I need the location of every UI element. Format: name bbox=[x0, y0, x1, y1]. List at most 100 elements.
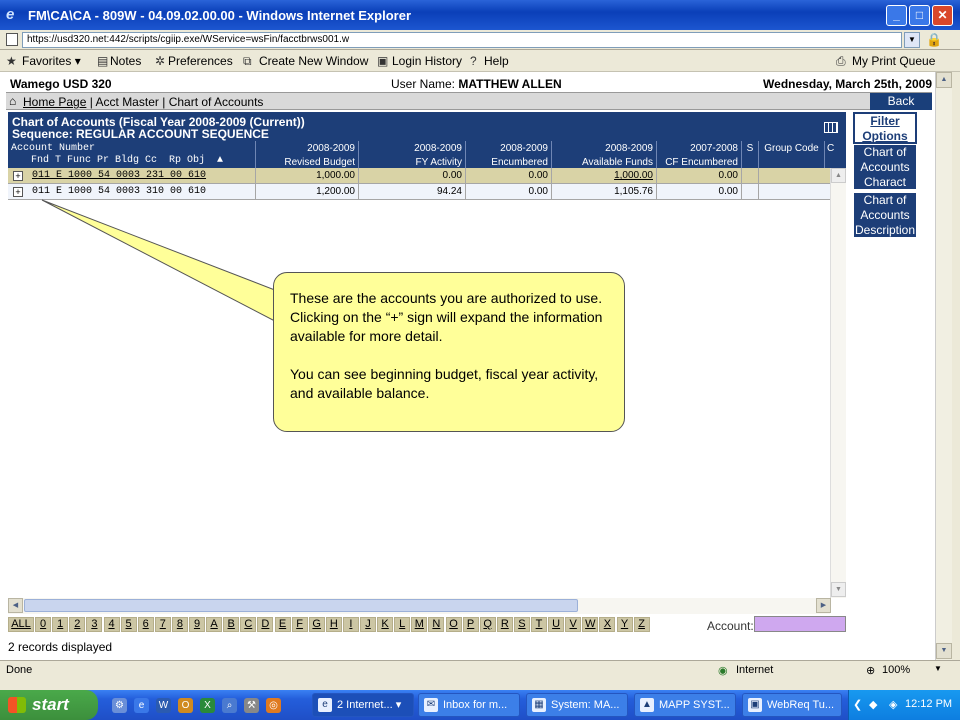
task-mapp[interactable]: ▲ MAPP SYST... bbox=[634, 693, 736, 717]
word-icon[interactable]: W bbox=[156, 698, 171, 713]
alpha-filter-r[interactable]: R bbox=[496, 617, 513, 632]
print-queue-link[interactable]: My Print Queue bbox=[852, 54, 935, 68]
scroll-down-icon[interactable]: ▼ bbox=[936, 643, 952, 659]
alpha-filter-6[interactable]: 6 bbox=[137, 617, 154, 632]
zoom-dropdown-icon[interactable]: ▼ bbox=[934, 664, 942, 673]
scroll-up-icon[interactable]: ▲ bbox=[831, 168, 846, 183]
alpha-filter-c[interactable]: C bbox=[240, 617, 257, 632]
tool-icon[interactable]: ⚒ bbox=[244, 698, 259, 713]
outlook-icon[interactable]: O bbox=[178, 698, 193, 713]
alpha-filter-j[interactable]: J bbox=[360, 617, 376, 632]
alpha-filter-p[interactable]: P bbox=[462, 617, 479, 632]
ie-quicklaunch-icon[interactable]: e bbox=[134, 698, 149, 713]
alpha-filter-k[interactable]: K bbox=[377, 617, 394, 632]
clock[interactable]: 12:12 PM bbox=[905, 698, 952, 710]
alpha-filter-s[interactable]: S bbox=[513, 617, 530, 632]
alpha-filter-b[interactable]: B bbox=[223, 617, 240, 632]
alpha-filter-3[interactable]: 3 bbox=[86, 617, 103, 632]
scroll-up-icon[interactable]: ▲ bbox=[936, 72, 952, 88]
alpha-filter-9[interactable]: 9 bbox=[189, 617, 205, 632]
task-system[interactable]: ▦ System: MA... bbox=[526, 693, 628, 717]
tray-expand-icon[interactable]: ❮ bbox=[853, 698, 862, 711]
tray-volume-icon[interactable]: ◈ bbox=[889, 698, 897, 711]
breadcrumb-acct-master[interactable]: Acct Master bbox=[96, 95, 159, 109]
col-group-code[interactable]: Group Code bbox=[758, 141, 824, 168]
alpha-filter-x[interactable]: X bbox=[599, 617, 616, 632]
preferences-link[interactable]: Preferences bbox=[168, 54, 233, 68]
alpha-filter-v[interactable]: V bbox=[565, 617, 582, 632]
lock-icon[interactable]: 🔒 bbox=[926, 32, 942, 48]
col-revised-budget[interactable]: 2008-2009 Revised Budget bbox=[255, 141, 358, 168]
back-button[interactable]: Back bbox=[870, 93, 932, 110]
alpha-filter-a[interactable]: A bbox=[206, 617, 223, 632]
alpha-filter-i[interactable]: I bbox=[342, 617, 359, 632]
alpha-filter-1[interactable]: 1 bbox=[52, 617, 69, 632]
expand-plus-icon[interactable]: + bbox=[13, 171, 23, 181]
maximize-button[interactable]: □ bbox=[909, 5, 930, 26]
zoom-level[interactable]: 100% bbox=[882, 664, 910, 676]
alpha-filter-m[interactable]: M bbox=[411, 617, 428, 632]
tray-app-icon[interactable]: ◆ bbox=[869, 698, 877, 711]
col-cf-encumbered[interactable]: 2007-2008 CF Encumbered bbox=[656, 141, 741, 168]
grid-horizontal-scrollbar[interactable]: ◀ ▶ bbox=[8, 598, 831, 614]
url-field[interactable]: https://usd320.net:442/scripts/cgiip.exe… bbox=[22, 32, 902, 48]
breadcrumb-home[interactable]: Home Page bbox=[23, 95, 86, 109]
table-row[interactable]: + 011 E 1000 54 0003 310 00 610 1,200.00… bbox=[8, 184, 846, 200]
excel-icon[interactable]: X bbox=[200, 698, 215, 713]
task-internet[interactable]: e2 Internet... ▾ bbox=[312, 693, 414, 717]
alpha-filter-q[interactable]: Q bbox=[479, 617, 496, 632]
alpha-filter-5[interactable]: 5 bbox=[120, 617, 137, 632]
task-inbox[interactable]: ✉ Inbox for m... bbox=[418, 693, 520, 717]
alpha-filter-0[interactable]: 0 bbox=[35, 617, 52, 632]
col-fy-activity[interactable]: 2008-2009 FY Activity bbox=[358, 141, 465, 168]
login-history-link[interactable]: Login History bbox=[392, 54, 462, 68]
alpha-filter-y[interactable]: Y bbox=[616, 617, 633, 632]
minimize-button[interactable]: _ bbox=[886, 5, 907, 26]
col-c[interactable]: C bbox=[824, 141, 846, 168]
task-webreq[interactable]: ▣ WebReq Tu... bbox=[742, 693, 842, 717]
account-number-header[interactable]: Account Number Fnd T Func Pr Bldg Cc Rp … bbox=[11, 143, 223, 167]
account-input[interactable] bbox=[754, 616, 846, 632]
alpha-filter-z[interactable]: Z bbox=[633, 617, 650, 632]
grid-vertical-scrollbar[interactable]: ▲ ▼ bbox=[830, 168, 846, 598]
chart-charact-button[interactable]: Chart of Accounts Charact bbox=[853, 144, 917, 190]
alpha-filter-e[interactable]: E bbox=[274, 617, 291, 632]
table-row[interactable]: + 011 E 1000 54 0003 231 00 610 1,000.00… bbox=[8, 168, 846, 184]
alpha-filter-u[interactable]: U bbox=[548, 617, 565, 632]
account-number[interactable]: 011 E 1000 54 0003 231 00 610 bbox=[32, 168, 206, 183]
alpha-filter-2[interactable]: 2 bbox=[69, 617, 86, 632]
scroll-down-icon[interactable]: ▼ bbox=[831, 582, 846, 597]
account-number[interactable]: 011 E 1000 54 0003 310 00 610 bbox=[32, 184, 206, 199]
chart-description-button[interactable]: Chart of Accounts Description bbox=[853, 192, 917, 238]
alpha-filter-o[interactable]: O bbox=[445, 617, 462, 632]
help-link[interactable]: Help bbox=[484, 54, 509, 68]
app-icon[interactable]: ◎ bbox=[266, 698, 281, 713]
search-icon[interactable]: ⌕ bbox=[222, 698, 237, 713]
close-button[interactable]: ✕ bbox=[932, 5, 953, 26]
start-button[interactable]: start bbox=[0, 690, 98, 720]
alpha-filter-d[interactable]: D bbox=[257, 617, 274, 632]
alpha-filter-n[interactable]: N bbox=[428, 617, 445, 632]
address-dropdown-icon[interactable]: ▼ bbox=[904, 32, 920, 48]
alpha-filter-g[interactable]: G bbox=[308, 617, 325, 632]
notes-link[interactable]: Notes bbox=[110, 54, 141, 68]
quicklaunch-icon[interactable]: ⚙ bbox=[112, 698, 127, 713]
scroll-left-icon[interactable]: ◀ bbox=[8, 598, 23, 613]
home-icon[interactable]: ⌂ bbox=[9, 94, 16, 108]
available-funds-cell[interactable]: 1,000.00 bbox=[551, 168, 656, 184]
browser-vertical-scrollbar[interactable]: ▲ ▼ bbox=[935, 72, 952, 660]
alpha-filter-8[interactable]: 8 bbox=[171, 617, 188, 632]
alpha-filter-7[interactable]: 7 bbox=[154, 617, 171, 632]
scroll-thumb[interactable] bbox=[24, 599, 578, 612]
column-chooser-icon[interactable] bbox=[824, 122, 838, 133]
col-available-funds[interactable]: 2008-2009 Available Funds bbox=[551, 141, 656, 168]
scroll-right-icon[interactable]: ▶ bbox=[816, 598, 831, 613]
create-window-link[interactable]: Create New Window bbox=[259, 54, 368, 68]
col-encumbered[interactable]: 2008-2009 Encumbered bbox=[465, 141, 551, 168]
alpha-filter-t[interactable]: T bbox=[531, 617, 547, 632]
col-s[interactable]: S bbox=[741, 141, 758, 168]
alpha-filter-4[interactable]: 4 bbox=[103, 617, 120, 632]
alpha-filter-w[interactable]: W bbox=[582, 617, 599, 632]
alpha-filter-f[interactable]: F bbox=[291, 617, 308, 632]
alpha-filter-l[interactable]: L bbox=[394, 617, 411, 632]
